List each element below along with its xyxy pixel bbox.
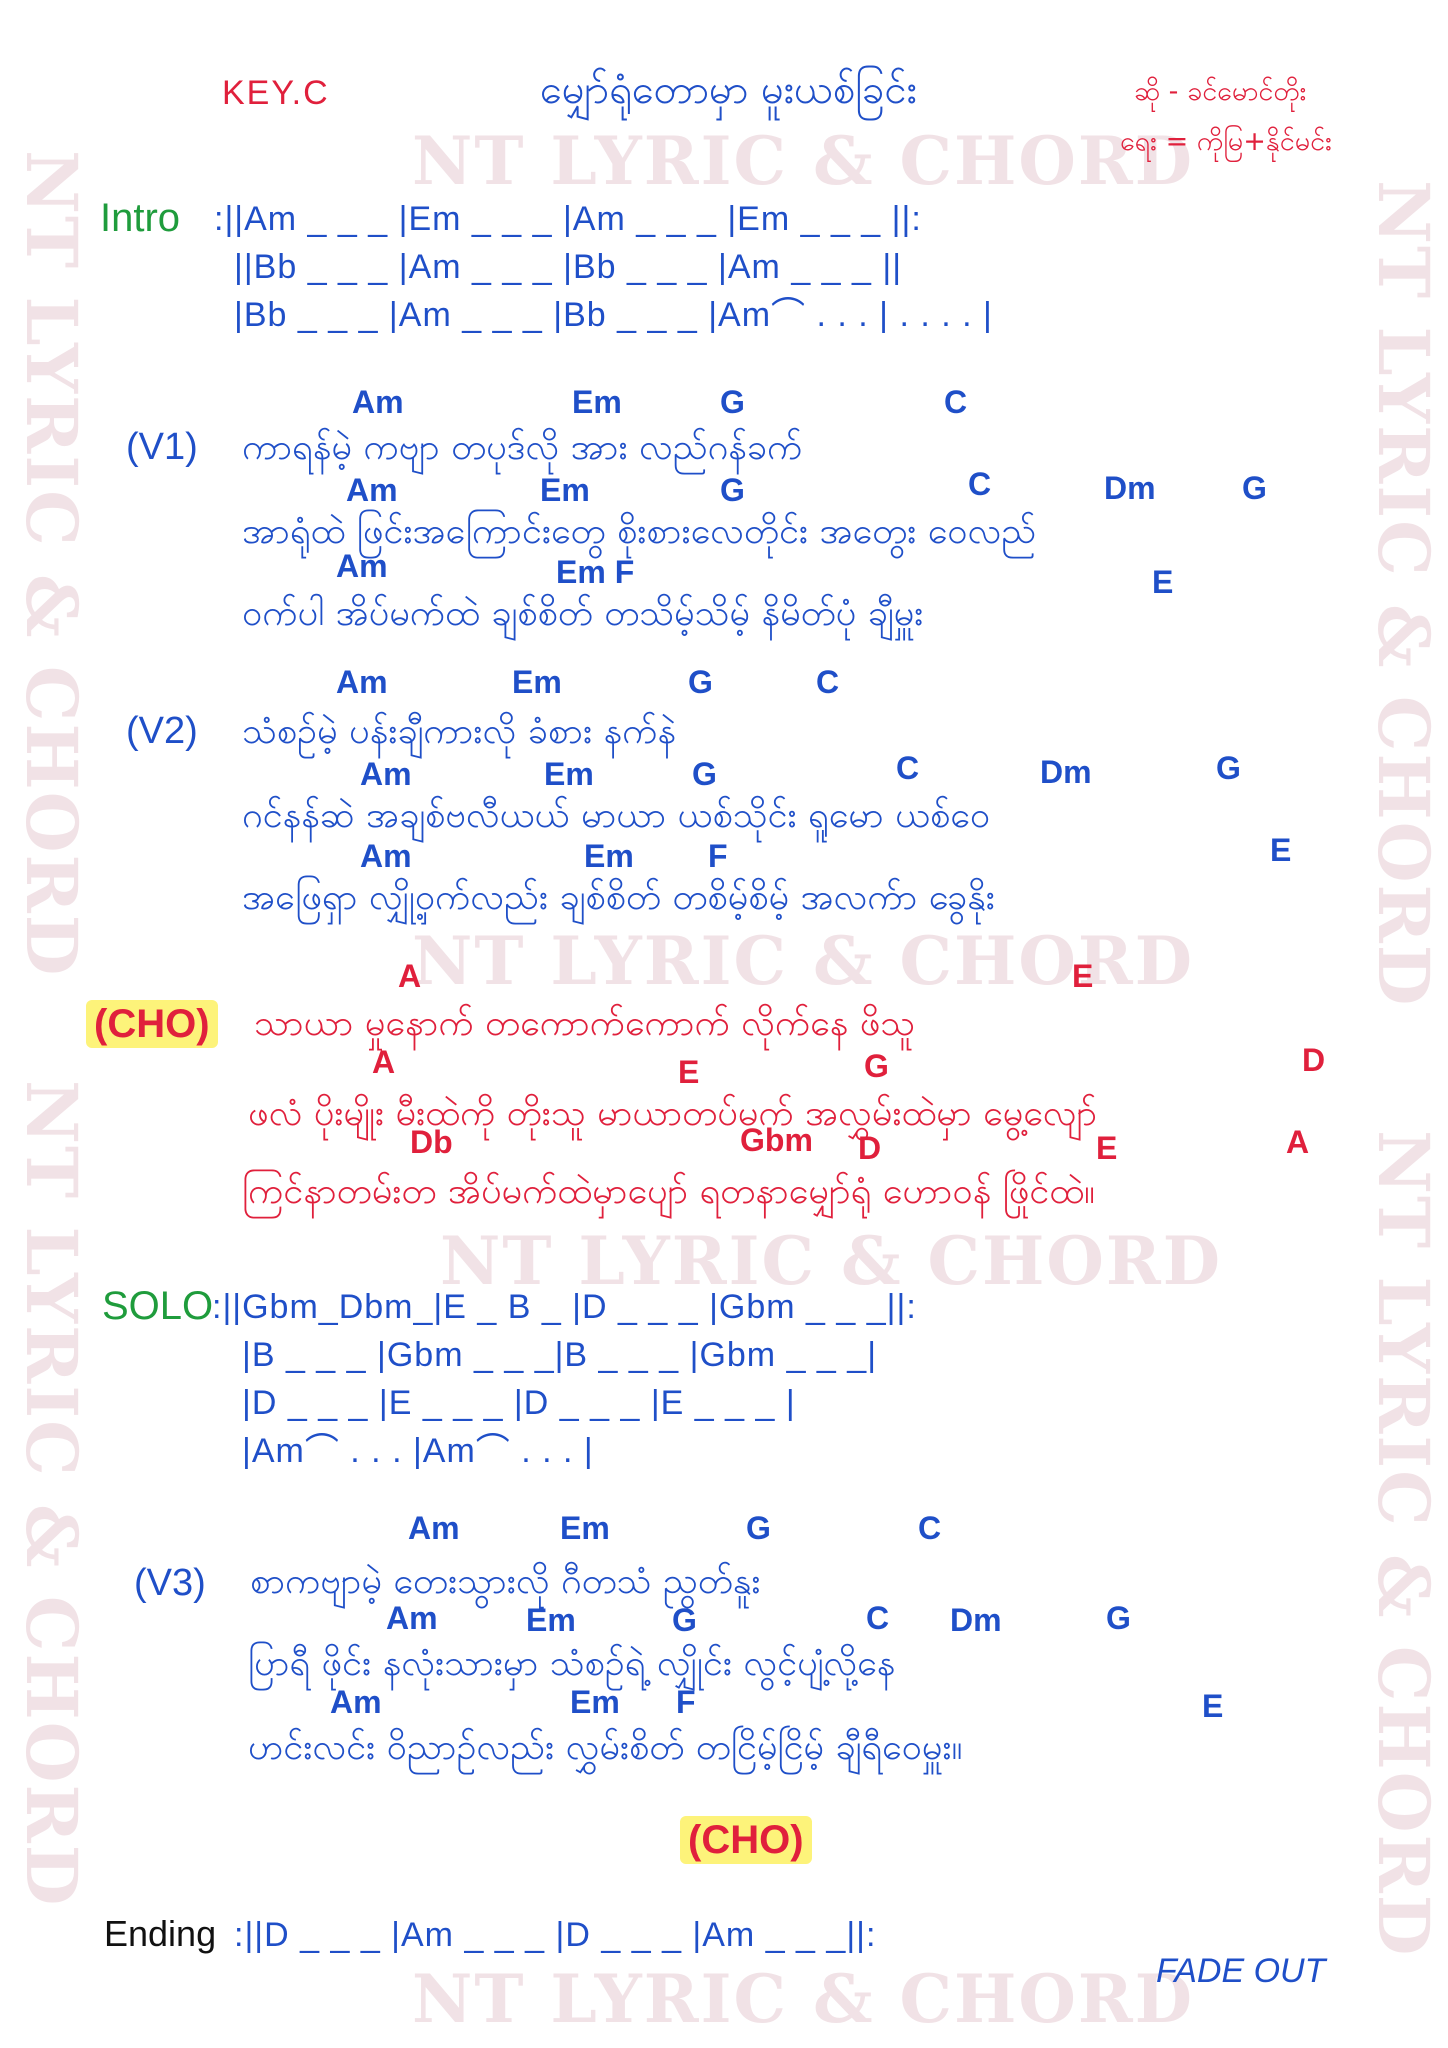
verse-2-lyric: အဖြေရှာ လျှို့ဝှက်လည်း ချစ်စိတ် တစိမ့်စိ… [242,877,995,918]
solo-line: |Am⌒ . . . |Am⌒ . . . | [242,1432,594,1470]
solo-line: |B _ _ _ |Gbm _ _ _|B _ _ _ |Gbm _ _ _| [242,1336,878,1374]
chorus-label: (CHO) [86,1000,218,1048]
chord: E [1152,564,1174,600]
writer-credit: ရေး = ကိုမြ+နိုင်မင်း [1120,126,1332,157]
chord: Am [408,1510,460,1546]
song-key: KEY.C [222,74,330,112]
chord: G [672,1602,697,1638]
chord: A [1286,1124,1310,1160]
chord: C [968,466,992,502]
chord: G [720,472,745,508]
chord: C [866,1600,890,1636]
chord: Db [410,1124,453,1160]
chord: Dm [950,1602,1002,1638]
chord: G [720,384,745,420]
chord: G [1242,470,1267,506]
fade-out-label: FADE OUT [1156,1952,1326,1990]
chord: Em [526,1602,576,1638]
chord: E [1202,1688,1224,1724]
chord: Am [336,548,388,584]
chord: Em [560,1510,610,1546]
singer-credit: ဆို - ခင်မောင်တိုး [1134,76,1307,107]
watermark-left-upper: NT LYRIC & CHORD [10,150,93,978]
chord: C [896,750,920,786]
intro-line: ||Bb _ _ _ |Am _ _ _ |Bb _ _ _ |Am _ _ _… [234,248,903,286]
ending-label: Ending [104,1913,217,1954]
verse-2-lyric: ဂင်နန်ဆဲ အချစ်ဗလီယယ် မာယာ ယစ်သိုင်း ရူမေ… [242,795,991,836]
chord: G [746,1510,771,1546]
solo-line: |D _ _ _ |E _ _ _ |D _ _ _ |E _ _ _ | [242,1384,796,1422]
intro-line: |Bb _ _ _ |Am _ _ _ |Bb _ _ _ |Am⌒ . . .… [234,296,993,334]
chord: Am [386,1600,438,1636]
intro-line: :||Am _ _ _ |Em _ _ _ |Am _ _ _ |Em _ _ … [214,200,922,238]
chord: Em [584,838,634,874]
watermark-right-upper: NT LYRIC & CHORD [1362,180,1445,1008]
chord: D [858,1130,882,1166]
chord: Dm [1104,470,1156,506]
solo-line: :||Gbm_Dbm_|E _ B _ |D _ _ _ |Gbm _ _ _|… [212,1288,917,1326]
chord: G [864,1048,889,1084]
chord: C [918,1510,942,1546]
verse-1-lyric: ဝက်ပါ အိပ်မက်ထဲ ချစ်စိတ် တသိမ့်သိမ့် နိမ… [242,593,924,634]
watermark-left-lower: NT LYRIC & CHORD [10,1080,93,1908]
chord: G [1216,750,1241,786]
verse-3-lyric: ပြာရီ ဖိုင်း နလုံးသားမှာ သံစဉ်ရဲ့ လျှိုင… [248,1643,896,1684]
chorus-lyric: ကြင်နာတမ်းတ အိပ်မက်ထဲမှာပျော် ရတနာမျှော်… [242,1171,1095,1212]
chord: Em [570,1684,620,1720]
verse-1-lyric: အာရုံထဲ ဖြင်းအကြောင်းတွေ စိုးစားလေတိုင်း… [242,511,1037,552]
chord: E [1072,958,1094,994]
chord: C [816,664,840,700]
watermark-bottom: NT LYRIC & CHORD [412,1960,1194,2038]
verse-1-lyric: ကာရန်မဲ့ ကဗျာ တပုဒ်လို အား လည်ဂန်ခက် [242,427,803,468]
watermark-top: NT LYRIC & CHORD [412,122,1194,200]
verse-3-lyric: စာကဗျာမဲ့ တေးသွားလို ဂီတသံ ညွတ်နူး [250,1561,761,1602]
chord: A [398,958,422,994]
chord: Gbm [740,1122,813,1158]
chord: A [372,1044,396,1080]
chord: F [708,838,728,874]
chord: F [676,1684,696,1720]
watermark-right-lower: NT LYRIC & CHORD [1362,1130,1445,1958]
chord: C [944,384,968,420]
intro-label: Intro [100,196,181,240]
chord: G [1106,1600,1131,1636]
chord: Am [360,756,412,792]
verse-3-label: (V3) [134,1562,206,1604]
chord: Em [544,756,594,792]
chord: E [1096,1130,1118,1166]
chord: Em F [556,554,635,590]
chord: E [678,1054,700,1090]
chord: Dm [1040,754,1092,790]
ending-line: :||D _ _ _ |Am _ _ _ |D _ _ _ |Am _ _ _|… [234,1916,877,1954]
chord: Am [346,472,398,508]
chorus-repeat-label: (CHO) [680,1816,812,1864]
chord: Am [352,384,404,420]
chord: G [688,664,713,700]
chord: Am [360,838,412,874]
chorus-lyric: ဖလံ ပိုးမျိုး မီးထဲကို တိုးသူ မာယာတပ်မက်… [248,1093,1098,1134]
chord: Am [336,664,388,700]
chord: Em [512,664,562,700]
verse-2-lyric: သံစဉ်မဲ့ ပန်းချီကားလို ခံစား နက်နဲ [242,711,677,752]
song-title: မျှော်ရုံတောမှာ မူးယစ်ခြင်း [540,67,917,113]
chord: Em [572,384,622,420]
verse-2-label: (V2) [126,710,198,752]
chord: Em [540,472,590,508]
chord: Am [330,1684,382,1720]
verse-3-lyric: ဟင်းလင်း ဝိညာဉ်လည်း လွှမ်းစိတ် တငြိမ့်ငြ… [248,1727,963,1768]
chord: D [1302,1042,1326,1078]
chorus-lyric: သာယာ မှုနောက် တကောက်ကောက် လိုက်နေ ဖိသူ [254,1003,916,1044]
chord: G [692,756,717,792]
chord: E [1270,832,1292,868]
solo-label: SOLO [102,1284,214,1328]
verse-1-label: (V1) [126,426,198,468]
chord-sheet: NT LYRIC & CHORD NT LYRIC & CHORD NT LYR… [0,0,1448,2048]
